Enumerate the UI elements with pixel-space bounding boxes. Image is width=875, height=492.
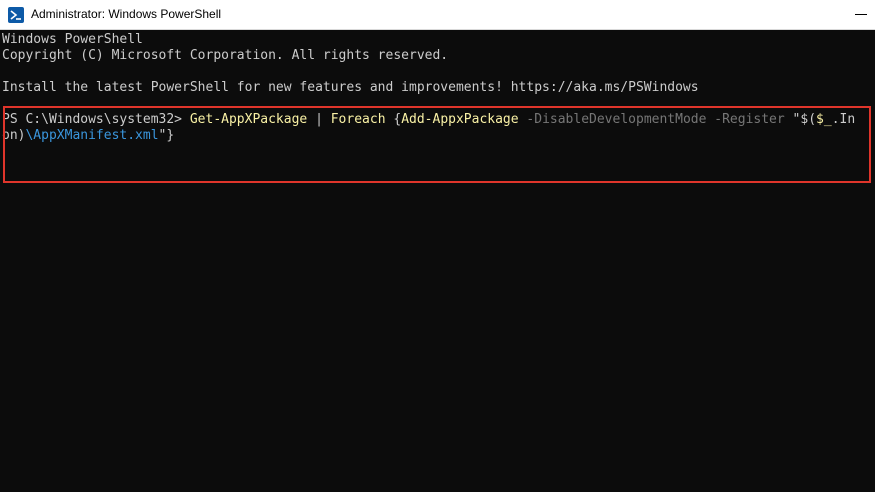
param-register: -Register [706,112,785,127]
console-output[interactable]: Windows PowerShell Copyright (C) Microso… [0,30,875,492]
console-line: Copyright (C) Microsoft Corporation. All… [2,48,449,63]
param-disable-development-mode: -DisableDevelopmentMode [518,112,707,127]
brace-open: { [385,112,402,127]
minimize-icon [855,14,867,15]
pipeline-variable: $_ [816,112,832,127]
title-bar[interactable]: Administrator: Windows PowerShell [0,0,875,30]
powershell-window: Administrator: Windows PowerShell Window… [0,0,875,492]
wrapped-text-part1: .In [831,112,856,127]
console-line: Install the latest PowerShell for new fe… [2,80,699,95]
cmdlet-foreach: Foreach [330,112,386,127]
powershell-icon [8,7,24,23]
command-line: PS C:\Windows\system32> Get-AppXPackage … [2,112,855,128]
command-line-continued: on)\AppXManifest.xml"} [2,128,174,144]
prompt: PS C:\Windows\system32> [2,112,190,127]
wrapped-text-part2: on) [2,128,26,143]
string-end: "} [158,128,175,143]
string-start: "$( [784,112,817,127]
manifest-path: \AppXManifest.xml [25,128,159,143]
cmdlet-add-appxpackage: Add-AppxPackage [401,112,519,127]
console-line: Windows PowerShell [2,32,143,47]
pipe-operator: | [307,112,331,127]
window-title: Administrator: Windows PowerShell [31,7,222,21]
cmdlet-get-appxpackage: Get-AppXPackage [189,112,308,127]
minimize-button[interactable] [847,0,875,30]
